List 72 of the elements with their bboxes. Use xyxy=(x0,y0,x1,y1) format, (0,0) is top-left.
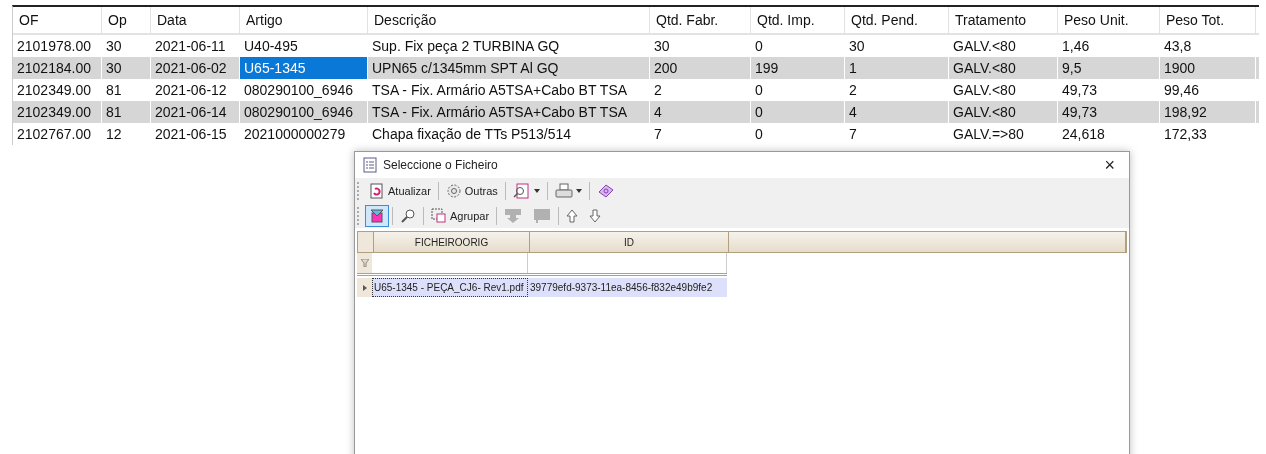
table-cell: 81 xyxy=(102,101,151,123)
table-cell: 2102349.00 xyxy=(13,101,102,123)
grid-row[interactable]: U65-1345 - PEÇA_CJ6- Rev1.pdf 39779efd-9373-11ea-8456-f832e49b9fe2 xyxy=(357,278,727,297)
table-cell: 12 xyxy=(102,123,151,145)
table-cell: GALV.<80 xyxy=(949,101,1058,123)
caret-icon xyxy=(575,188,582,193)
printer-icon xyxy=(554,182,573,199)
refresh-button[interactable]: Atualizar xyxy=(365,179,435,202)
column-header[interactable]: Peso Tot. xyxy=(1160,7,1256,33)
table-cell: 24,618 xyxy=(1058,123,1160,145)
table-cell: 1 xyxy=(845,57,949,79)
column-header[interactable]: Artigo xyxy=(240,7,368,33)
arrow-up-icon xyxy=(566,208,579,223)
column-header[interactable]: FICHEIROORIG xyxy=(374,232,530,252)
table-cell: 4 xyxy=(845,101,949,123)
table-cell: 0 xyxy=(751,101,845,123)
grid-cell: U65-1345 - PEÇA_CJ6- Rev1.pdf xyxy=(372,278,528,297)
column-header[interactable]: Qtd. Pend. xyxy=(845,7,949,33)
grid-cell: 39779efd-9373-11ea-8456-f832e49b9fe2 xyxy=(528,278,727,297)
table-row[interactable]: 2102349.00 81 2021-06-14 080290100_6946 TSA - Fix. Armário A5TSA+Cabo BT TSA 4 0 4 GALV.<80 49,73 198,92 xyxy=(13,101,1259,123)
arrow-down-icon xyxy=(589,208,602,223)
table-cell: 200 xyxy=(650,57,751,79)
close-button[interactable]: × xyxy=(1098,154,1121,176)
window-title: Seleccione o Ficheiro xyxy=(383,158,499,172)
refresh-icon xyxy=(369,182,385,199)
group-button[interactable]: Agrupar xyxy=(427,204,494,227)
panel-icon xyxy=(533,207,552,224)
gear-icon xyxy=(445,182,462,199)
gear-button[interactable]: Outras xyxy=(441,179,502,202)
table-cell: U65-1345 xyxy=(240,57,368,79)
table-cell: Chapa fixação de TTs P513/514 xyxy=(368,123,650,145)
column-header[interactable]: Data xyxy=(151,7,240,33)
arrow-down-icon xyxy=(504,207,523,224)
table-cell: 7 xyxy=(845,123,949,145)
table-cell: 2102184.00 xyxy=(13,57,102,79)
table-row[interactable]: 2102767.00 12 2021-06-15 2021000000279 Chapa fixação de TTs P513/514 7 0 7 GALV.=>80 24,618 172,33 xyxy=(13,123,1259,145)
preview-icon xyxy=(512,182,531,199)
table-cell: 080290100_6946 xyxy=(240,101,368,123)
table-cell: 49,73 xyxy=(1058,101,1160,123)
table-cell: 4 xyxy=(650,101,751,123)
table-cell: 30 xyxy=(102,57,151,79)
table-cell: UPN65 c/1345mm SPT Al GQ xyxy=(368,57,650,79)
column-header[interactable]: Descrição xyxy=(368,7,650,33)
table-cell: 2102767.00 xyxy=(13,123,102,145)
table-cell: 2021-06-14 xyxy=(151,101,240,123)
column-header[interactable]: ID xyxy=(530,232,729,252)
column-header[interactable]: OF xyxy=(13,7,102,33)
table-cell: 1900 xyxy=(1160,57,1256,79)
column-header[interactable]: Tratamento xyxy=(949,7,1058,33)
row-pointer-icon xyxy=(362,284,367,291)
table-cell: 198,92 xyxy=(1160,101,1256,123)
document-icon xyxy=(363,157,377,173)
table-cell: 0 xyxy=(751,123,845,145)
table-row[interactable]: 2102184.00 30 2021-06-02 U65-1345 UPN65 c/1345mm SPT Al GQ 200 199 1 GALV.<80 9,5 1900 xyxy=(13,57,1259,79)
table-cell: 2021-06-15 xyxy=(151,123,240,145)
table-cell: 2021000000279 xyxy=(240,123,368,145)
table-cell: GALV.<80 xyxy=(949,57,1058,79)
table-cell: 7 xyxy=(650,123,751,145)
group-icon xyxy=(431,207,447,224)
table-cell: 199 xyxy=(751,57,845,79)
table-cell: TSA - Fix. Armário A5TSA+Cabo BT TSA xyxy=(368,101,650,123)
help-icon xyxy=(596,182,615,199)
column-header[interactable]: Op xyxy=(102,7,151,33)
search-icon xyxy=(400,207,416,224)
column-header[interactable]: Qtd. Fabr. xyxy=(650,7,751,33)
caret-icon xyxy=(533,188,540,193)
column-header[interactable]: Qtd. Imp. xyxy=(751,7,845,33)
table-cell: 172,33 xyxy=(1160,123,1256,145)
column-header[interactable]: Peso Unit. xyxy=(1058,7,1160,33)
table-cell: GALV.=>80 xyxy=(949,123,1058,145)
table-cell: 9,5 xyxy=(1058,57,1160,79)
toggle-button[interactable] xyxy=(365,204,389,227)
